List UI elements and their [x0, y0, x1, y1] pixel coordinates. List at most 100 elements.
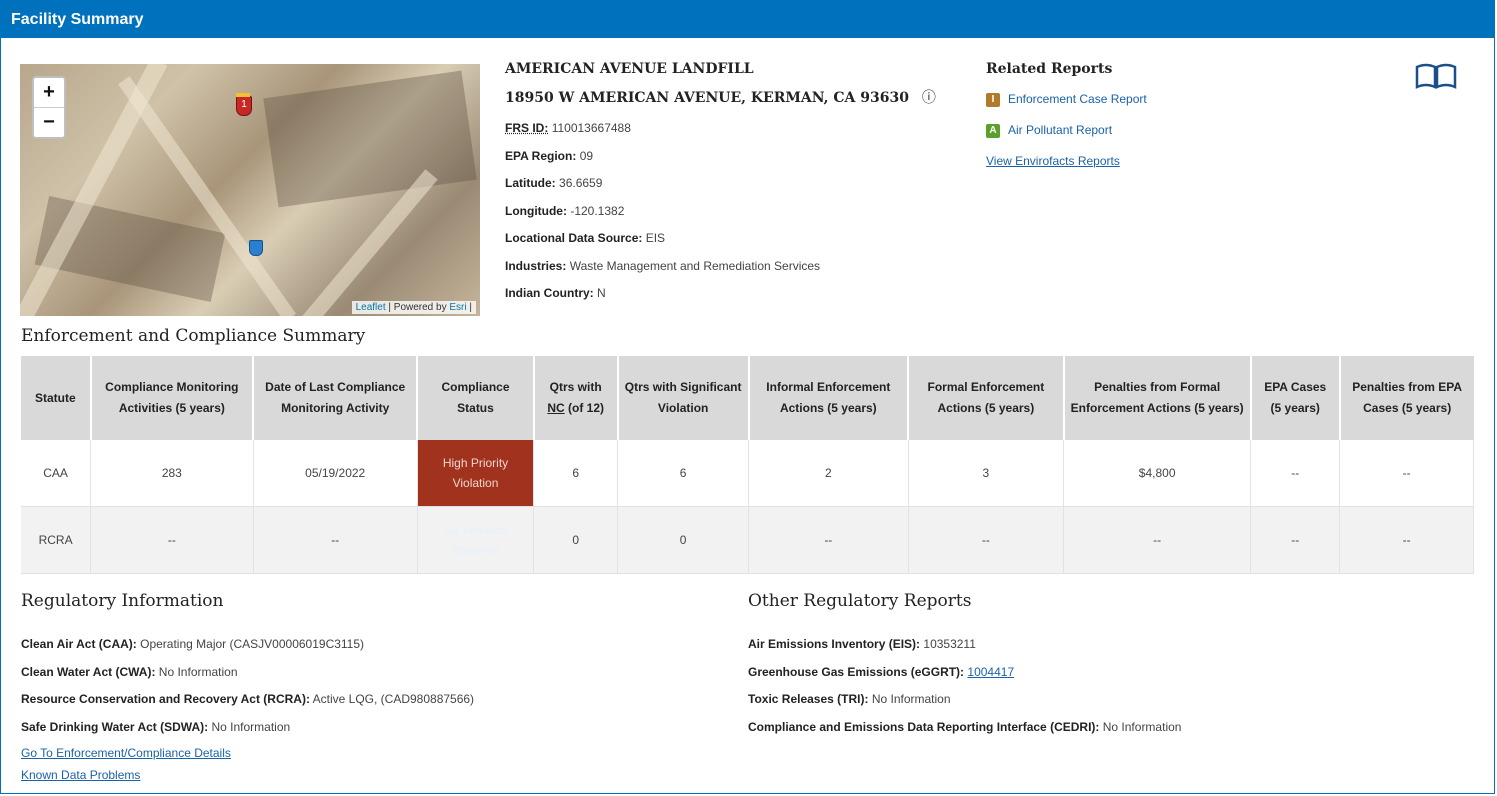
facility-map[interactable]: + − 1 Leaflet | Powered by Esri |	[20, 64, 480, 316]
col-epa-cases: EPA Cases (5 years)	[1250, 356, 1341, 440]
table-cell: --	[253, 506, 418, 574]
eis-label: Air Emissions Inventory (EIS):	[748, 637, 921, 651]
air-pollutant-report-item: A Air Pollutant Report	[986, 118, 1147, 149]
table-cell: RCRA	[21, 506, 92, 574]
table-cell: --	[748, 506, 909, 574]
table-cell: --	[1339, 506, 1474, 574]
eggrt-link[interactable]: 1004417	[967, 665, 1014, 679]
table-row: CAA 283 05/19/2022 High Priority Violati…	[21, 440, 1474, 507]
col-statute: Statute	[21, 356, 92, 440]
eis-value: 10353211	[923, 637, 976, 651]
table-cell: --	[1063, 506, 1252, 574]
qtrs-with-label: Qtrs with	[549, 380, 602, 394]
table-cell: 283	[90, 440, 254, 507]
cwa-value: No Information	[158, 664, 238, 679]
table-cell: --	[1250, 440, 1341, 507]
known-data-problems-link[interactable]: Known Data Problems	[21, 768, 140, 782]
cwa-label: Clean Water Act (CWA):	[21, 664, 156, 679]
table-cell: $4,800	[1063, 440, 1252, 507]
table-cell: --	[1339, 440, 1474, 507]
facility-address: 18950 W AMERICAN AVENUE, KERMAN, CA 9363…	[505, 90, 909, 106]
longitude-label: Longitude:	[505, 203, 567, 218]
facility-summary-panel: Facility Summary + − 1 Leaflet | Powered…	[0, 0, 1495, 794]
data-source-value: EIS	[645, 231, 666, 245]
sdwa-label: Safe Drinking Water Act (SDWA):	[21, 720, 209, 735]
col-qtrs-nc: Qtrs with NC (of 12)	[533, 356, 619, 440]
industries-value: Waste Management and Remediation Service…	[569, 258, 821, 273]
col-qtrs-significant: Qtrs with Significant Violation	[617, 356, 750, 440]
col-monitoring-activities: Compliance Monitoring Activities (5 year…	[90, 356, 255, 440]
status-badge: No Violation Identified	[417, 506, 535, 574]
table-cell: 3	[908, 440, 1065, 507]
epa-region-value: 09	[579, 148, 594, 163]
col-epa-penalties: Penalties from EPA Cases (5 years)	[1339, 356, 1474, 440]
tri-label: Toxic Releases (TRI):	[748, 692, 869, 707]
cedri-value: No Information	[1102, 720, 1182, 735]
air-pollutant-report-link[interactable]: Air Pollutant Report	[1008, 123, 1112, 137]
cwa-row: Clean Water Act (CWA): No Information	[21, 659, 474, 687]
nc-abbrev: NC	[547, 401, 565, 415]
related-reports-title: Related Reports	[986, 61, 1113, 77]
facility-marker-icon[interactable]: 1	[236, 93, 252, 116]
table-cell: 6	[617, 440, 750, 507]
view-envirofacts-link[interactable]: View Envirofacts Reports	[986, 154, 1120, 168]
rcra-row: Resource Conservation and Recovery Act (…	[21, 686, 474, 714]
facility-name: AMERICAN AVENUE LANDFILL	[505, 61, 754, 77]
zoom-out-button[interactable]: −	[34, 107, 64, 137]
caa-row: Clean Air Act (CAA): Operating Major (CA…	[21, 631, 474, 659]
col-compliance-status: Compliance Status	[417, 356, 535, 440]
frs-id-row: FRS ID: 110013667488	[505, 115, 936, 143]
table-cell: 6	[533, 440, 619, 507]
col-last-monitoring-date: Date of Last Compliance Monitoring Activ…	[253, 356, 419, 440]
rcra-value: Active LQG, (CAD980887566)	[312, 692, 475, 707]
of-12-label: (of 12)	[568, 401, 605, 415]
map-attribution: Leaflet | Powered by Esri |	[351, 301, 476, 314]
sdwa-value: No Information	[211, 720, 291, 735]
ecs-table: Statute Compliance Monitoring Activities…	[21, 356, 1474, 574]
epa-region-row: EPA Region: 09	[505, 143, 936, 171]
ecs-title: Enforcement and Compliance Summary	[21, 326, 366, 346]
table-cell: 2	[748, 440, 909, 507]
industries-row: Industries: Waste Management and Remedia…	[505, 253, 936, 281]
info-icon[interactable]: ⓘ	[922, 90, 936, 106]
related-reports: Related Reports I Enforcement Case Report…	[986, 61, 1147, 180]
col-informal-actions: Informal Enforcement Actions (5 years)	[748, 356, 910, 440]
indian-country-value: N	[597, 286, 606, 300]
attribution-separator: | Powered by	[385, 302, 450, 313]
leaflet-link[interactable]: Leaflet	[356, 302, 386, 313]
data-source-label: Locational Data Source:	[505, 231, 643, 245]
enforcement-details-link[interactable]: Go To Enforcement/Compliance Details	[21, 746, 231, 760]
enforcement-case-icon: I	[986, 92, 1000, 107]
caa-value: Operating Major (CASJV00006019C3115)	[140, 637, 365, 651]
table-cell: --	[90, 506, 254, 574]
latitude-row: Latitude: 36.6659	[505, 170, 936, 198]
indian-country-label: Indian Country:	[505, 286, 594, 300]
cedri-label: Compliance and Emissions Data Reporting …	[748, 720, 1100, 735]
map-terrain	[263, 70, 477, 208]
rcra-label: Resource Conservation and Recovery Act (…	[21, 692, 310, 707]
longitude-value: -120.1382	[570, 203, 625, 218]
enforcement-case-report-link[interactable]: Enforcement Case Report	[1008, 92, 1147, 106]
details-link-row: Go To Enforcement/Compliance Details	[21, 742, 474, 764]
attribution-end: |	[466, 302, 472, 313]
ecs-header-row: Statute Compliance Monitoring Activities…	[21, 356, 1474, 440]
frs-id-label: FRS ID:	[505, 121, 549, 135]
regulatory-info: Clean Air Act (CAA): Operating Major (CA…	[21, 631, 474, 786]
longitude-row: Longitude: -120.1382	[505, 198, 936, 226]
sdwa-row: Safe Drinking Water Act (SDWA): No Infor…	[21, 714, 474, 742]
table-cell: 0	[533, 506, 619, 574]
frs-id-value: 110013667488	[551, 121, 631, 135]
indian-country-row: Indian Country: N	[505, 280, 936, 308]
tri-value: No Information	[871, 692, 951, 707]
latitude-label: Latitude:	[505, 176, 556, 190]
epa-region-label: EPA Region:	[505, 148, 577, 163]
zoom-in-button[interactable]: +	[34, 78, 64, 107]
book-icon[interactable]	[1415, 63, 1457, 94]
other-reports-title: Other Regulatory Reports	[748, 591, 972, 611]
table-cell: --	[908, 506, 1065, 574]
facility-info: AMERICAN AVENUE LANDFILL 18950 W AMERICA…	[505, 61, 936, 308]
table-cell: CAA	[21, 440, 92, 507]
air-pollutant-icon: A	[986, 123, 1000, 138]
site-marker-icon[interactable]	[249, 240, 263, 256]
esri-link[interactable]: Esri	[449, 302, 466, 313]
